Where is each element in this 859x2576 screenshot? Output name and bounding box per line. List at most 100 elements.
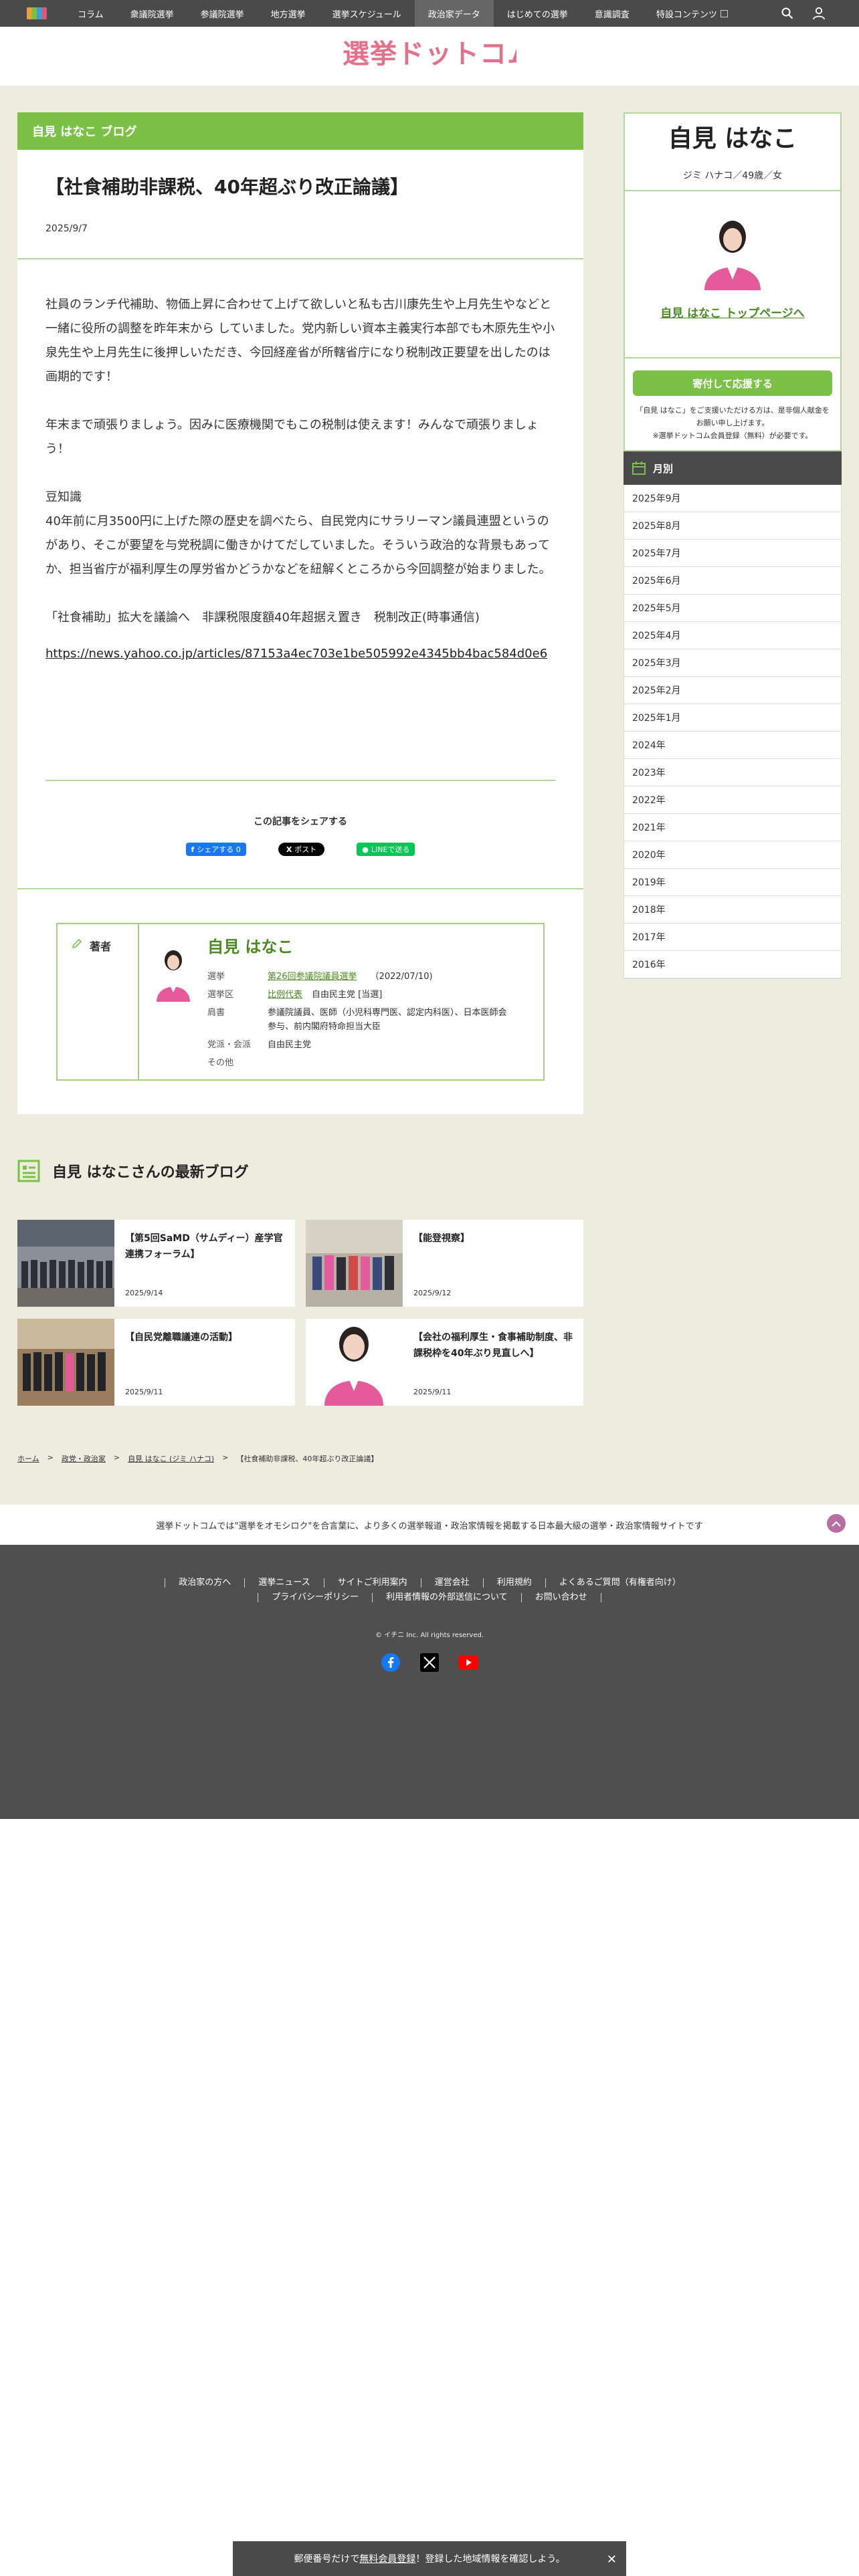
main-column: 自見 はなこ ブログ 【社食補助非課税、40年超ぶり改正論議】 2025/9/7… (17, 112, 583, 1114)
article-paragraph: 社員のランチ代補助、物価上昇に合わせて上げて欲しいと私も古川康先生や上月先生やな… (45, 298, 555, 384)
latest-blog-card-date: 2025/9/12 (413, 1289, 452, 1297)
x-post-button[interactable]: X ポスト (278, 843, 325, 856)
facebook-icon[interactable] (381, 1652, 401, 1673)
footer-link[interactable]: プライバシーポリシー (258, 1593, 372, 1602)
top-navigation: コラム 衆議院選挙 参議院選挙 地方選挙 選挙スケジュール 政治家データ はじめ… (0, 0, 859, 27)
article-paragraph: 「社食補助」拡大を議論へ 非課税限度額40年超据え置き 税制改正(時事通信) (45, 611, 480, 625)
nav-schedule[interactable]: 選挙スケジュール (319, 0, 415, 27)
breadcrumb-home[interactable]: ホーム (17, 1453, 39, 1464)
footer-link[interactable]: 選挙ニュース (244, 1578, 323, 1588)
breadcrumb-current: 【社食補助非課税、40年超ぶり改正論議】 (236, 1455, 379, 1463)
month-item[interactable]: 2025年9月 (624, 485, 841, 512)
footer-link[interactable]: 運営会社 (420, 1578, 483, 1588)
banner-register-link[interactable]: 無料会員登録 (359, 2552, 415, 2565)
article-card: 自見 はなこ ブログ 【社食補助非課税、40年超ぶり改正論議】 2025/9/7… (17, 112, 583, 1114)
footer-message: 選挙ドットコムでは"選挙をオモシロク"を合言葉に、より多くの選挙報道・政治家情報… (0, 1505, 859, 1545)
nav-sangiin[interactable]: 参議院選挙 (187, 0, 258, 27)
blog-header-bar[interactable]: 自見 はなこ ブログ (17, 112, 583, 150)
nav-first-election[interactable]: はじめての選挙 (494, 0, 581, 27)
latest-blog-card-title: 【第5回SaMD（サムディー）産学官連携フォーラム】 (125, 1233, 283, 1260)
month-item[interactable]: 2023年 (624, 759, 841, 786)
nav-shugiin[interactable]: 衆議院選挙 (117, 0, 187, 27)
breadcrumb-politician[interactable]: 自見 はなこ (ジミ ハナコ) (128, 1453, 214, 1464)
nav-politician-data[interactable]: 政治家データ (414, 0, 494, 27)
chevron-up-icon (832, 1521, 841, 1527)
close-icon[interactable]: ✕ (607, 2553, 617, 2567)
month-item[interactable]: 2025年2月 (624, 677, 841, 704)
blog-thumbnail (17, 1319, 114, 1406)
article-body: 社員のランチ代補助、物価上昇に合わせて上げて欲しいと私も古川康先生や上月先生やな… (17, 259, 583, 666)
nav-local[interactable]: 地方選挙 (258, 0, 319, 27)
site-logo-text: 選挙ドットコム (343, 39, 516, 70)
latest-blog-card[interactable]: 【自民党離職議連の活動】 2025/9/11 (17, 1319, 295, 1406)
author-other-value (268, 1054, 515, 1079)
profile-top-link[interactable]: 自見 はなこ トップページへ (660, 304, 805, 320)
facebook-icon: f (191, 845, 195, 854)
x-icon[interactable] (419, 1652, 440, 1673)
month-item[interactable]: 2021年 (624, 814, 841, 841)
latest-blog-card[interactable]: 【会社の福利厚生・食事補助制度、非課税枠を40年ぶり見直しへ】 2025/9/11 (306, 1319, 583, 1406)
latest-blog-card-date: 2025/9/11 (413, 1388, 452, 1396)
latest-blog-title-text: 自見 はなこさんの最新ブログ (52, 1164, 249, 1181)
month-item[interactable]: 2020年 (624, 841, 841, 869)
nav-special[interactable]: 特設コンテンツ (643, 0, 741, 27)
monthly-archive-header: 月別 (624, 451, 842, 485)
month-item[interactable]: 2019年 (624, 869, 841, 896)
donate-section: 寄付して応援する 「自見 はなこ」をご支援いただける方は、是非個人献金をお願い申… (625, 358, 840, 450)
month-item[interactable]: 2025年1月 (624, 704, 841, 732)
month-item[interactable]: 2016年 (624, 951, 841, 978)
donate-note: 「自見 はなこ」をご支援いただける方は、是非個人献金をお願い申し上げます。 ※選… (636, 406, 830, 440)
month-item[interactable]: 2024年 (624, 732, 841, 759)
month-item[interactable]: 2022年 (624, 786, 841, 814)
donate-button[interactable]: 寄付して応援する (633, 370, 832, 396)
author-name[interactable]: 自見 はなこ (207, 934, 543, 957)
footer-link[interactable]: よくあるご質問（有権者向け） (545, 1578, 694, 1588)
breadcrumb-separator: > (47, 1453, 54, 1462)
footer-link[interactable]: サイトご利用案内 (323, 1578, 421, 1588)
month-item[interactable]: 2025年5月 (624, 595, 841, 622)
article-paragraph: 年末まで頑張りましょう。因みに医療機関でもこの税制は使えます！みんなで頑張りまし… (45, 418, 539, 456)
blog-list-icon (17, 1160, 40, 1182)
profile-name: 自見 はなこ (668, 125, 797, 152)
profile-photo[interactable] (695, 215, 770, 290)
footer-link[interactable]: 利用者情報の外部送信について (372, 1593, 521, 1602)
youtube-icon[interactable] (458, 1652, 478, 1673)
month-item[interactable]: 2025年8月 (624, 512, 841, 540)
search-icon[interactable] (781, 7, 793, 19)
latest-blog-section: 自見 はなこさんの最新ブログ 【第5回SaMD（サムディー）産学官連携フォーラム… (17, 1160, 583, 1406)
user-icon[interactable] (812, 7, 826, 20)
district-result: 自由民主党 [当選] (312, 990, 383, 1000)
facebook-share-button[interactable]: f シェアする 0 (185, 843, 246, 856)
breadcrumb-parties[interactable]: 政党・政治家 (62, 1453, 106, 1464)
article-external-link[interactable]: https://news.yahoo.co.jp/articles/87153a… (45, 647, 547, 661)
author-row-key: 肩書 (207, 1008, 225, 1018)
site-mini-logo-icon[interactable] (27, 7, 47, 19)
latest-blog-card-title: 【自民党離職議連の活動】 (125, 1332, 237, 1343)
author-title-value: 参議院議員、医師（小児科専門医、認定内科医）、日本医師会参与、前内閣府特命担当大… (268, 1008, 507, 1032)
latest-blog-card[interactable]: 【能登視察】 2025/9/12 (306, 1220, 583, 1307)
footer-link[interactable]: 政治家の方へ (165, 1578, 244, 1588)
month-item[interactable]: 2025年4月 (624, 622, 841, 649)
month-item[interactable]: 2025年7月 (624, 540, 841, 567)
month-item[interactable]: 2018年 (624, 896, 841, 924)
month-item[interactable]: 2017年 (624, 924, 841, 951)
blog-thumbnail (17, 1220, 114, 1307)
site-logo[interactable]: 選挙ドットコム (343, 36, 534, 76)
footer-links: 政治家の方へ 選挙ニュース サイトご利用案内 運営会社 利用規約 よくあるご質問… (128, 1578, 731, 1602)
footer-link[interactable]: お問い合わせ (520, 1593, 601, 1602)
nav-survey[interactable]: 意識調査 (581, 0, 643, 27)
breadcrumb-separator: > (222, 1453, 229, 1462)
election-link[interactable]: 第26回参議院議員選挙 (268, 972, 357, 982)
nav-column[interactable]: コラム (64, 0, 117, 27)
back-to-top-button[interactable] (827, 1514, 846, 1533)
site-logo-graphic: 選挙ドットコム (343, 39, 534, 70)
latest-blog-card[interactable]: 【第5回SaMD（サムディー）産学官連携フォーラム】 2025/9/14 (17, 1220, 295, 1307)
district-link[interactable]: 比例代表 (268, 990, 302, 1000)
line-share-button[interactable]: ● LINEで送る (357, 843, 415, 856)
pencil-icon (72, 938, 82, 949)
month-item[interactable]: 2025年6月 (624, 567, 841, 595)
profile-box: 自見 はなこ ジミ ハナコ／49歳／女 自見 はなこ トップページへ 寄付して応… (624, 112, 842, 451)
footer-link[interactable]: 利用規約 (482, 1578, 545, 1588)
author-row-key: 選挙区 (207, 990, 234, 1000)
month-item[interactable]: 2025年3月 (624, 649, 841, 677)
